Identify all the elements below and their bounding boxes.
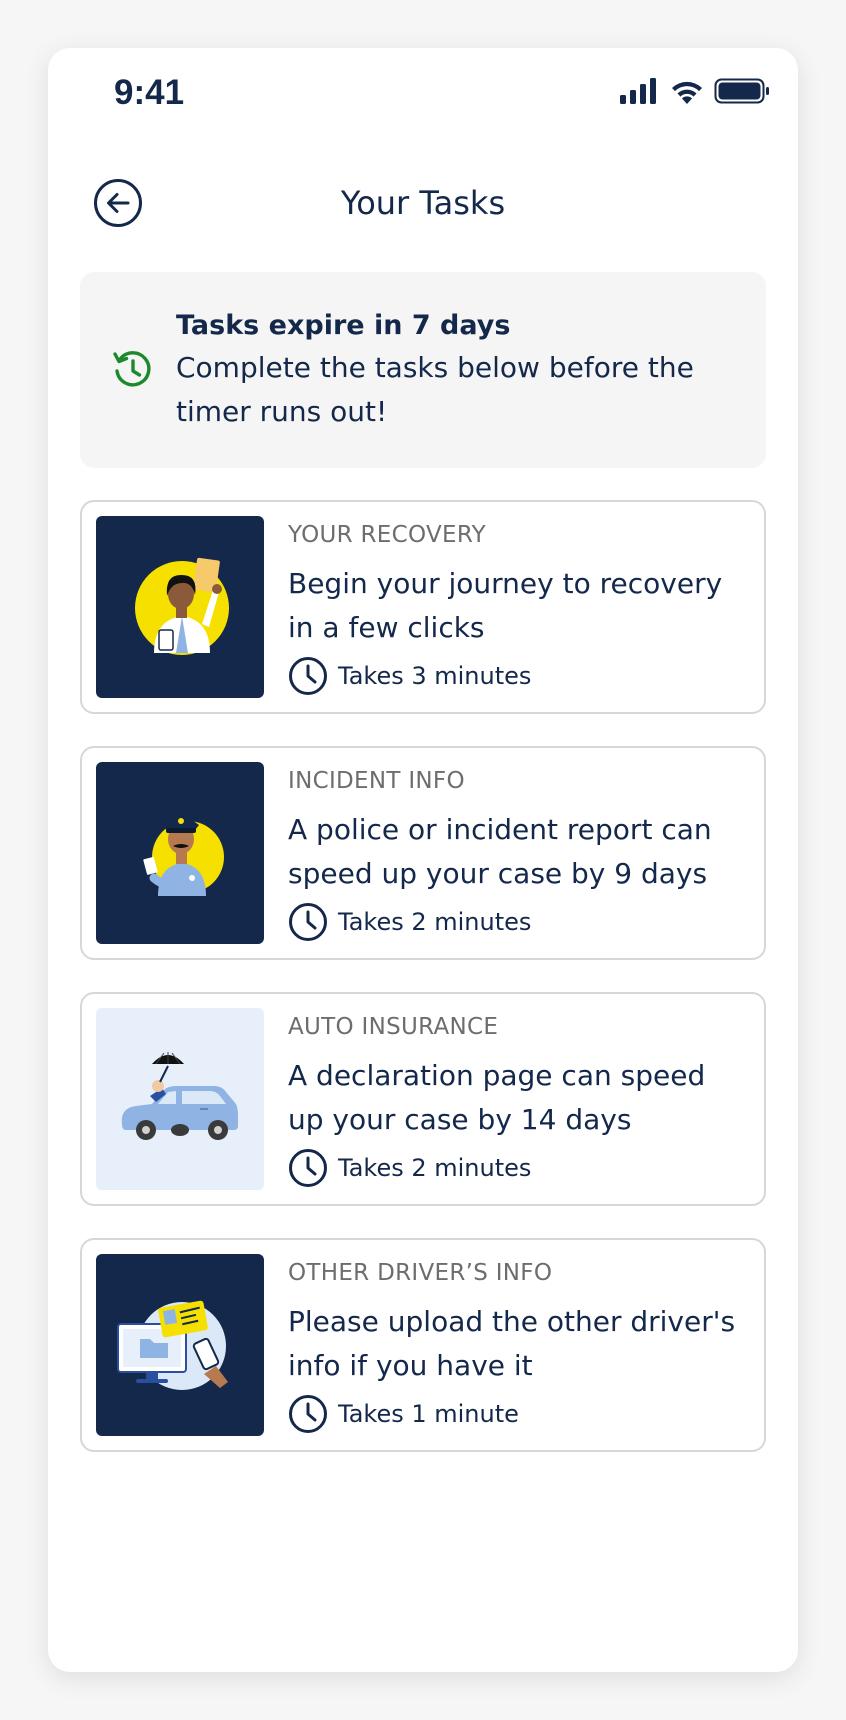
doctor-illustration <box>135 557 229 655</box>
back-button[interactable] <box>93 178 143 228</box>
signal-icon <box>620 78 656 104</box>
task-list: YOUR RECOVERY Begin your journey to reco… <box>80 500 766 1484</box>
clock-icon <box>289 657 327 695</box>
status-bar: 9:41 <box>48 48 798 144</box>
task-title: Please upload the other driver's info if… <box>288 1305 736 1382</box>
task-card-incident-info[interactable]: INCIDENT INFO A police or incident repor… <box>80 746 766 960</box>
task-card-auto-insurance[interactable]: AUTO INSURANCE A declaration page can sp… <box>80 992 766 1206</box>
clock-icon <box>289 1395 327 1433</box>
driver-license-upload-illustration <box>117 1300 228 1390</box>
banner-title: Tasks expire in 7 days <box>176 310 511 341</box>
task-title: Begin your journey to recovery in a few … <box>288 567 723 644</box>
wifi-icon <box>672 81 702 104</box>
duration-text: Takes 3 minutes <box>338 662 532 690</box>
task-thumbnail <box>96 762 264 944</box>
task-card-your-recovery[interactable]: YOUR RECOVERY Begin your journey to reco… <box>80 500 766 714</box>
task-category: INCIDENT INFO <box>288 768 465 794</box>
page-title: Your Tasks <box>340 184 506 222</box>
duration-text: Takes 1 minute <box>338 1400 519 1428</box>
timer-history-icon <box>113 351 151 387</box>
task-thumbnail <box>96 516 264 698</box>
phone-screen: 9:41 Your Tasks Tasks expire in 7 days C… <box>48 48 798 1672</box>
task-title: A police or incident report can speed up… <box>288 813 712 890</box>
battery-icon <box>714 78 769 104</box>
police-officer-illustration <box>143 817 224 896</box>
task-duration: Takes 2 minutes <box>288 902 531 942</box>
task-title: A declaration page can speed up your cas… <box>288 1059 706 1136</box>
expiry-banner: Tasks expire in 7 days Complete the task… <box>80 272 766 468</box>
task-duration: Takes 1 minute <box>288 1394 519 1434</box>
task-thumbnail <box>96 1254 264 1436</box>
clock-icon <box>289 903 327 941</box>
task-category: YOUR RECOVERY <box>288 522 487 548</box>
task-thumbnail <box>96 1008 264 1190</box>
status-time: 9:41 <box>114 73 185 112</box>
nav-header: Your Tasks <box>48 158 798 248</box>
task-card-other-drivers-info[interactable]: OTHER DRIVER’S INFO Please upload the ot… <box>80 1238 766 1452</box>
status-icons <box>620 78 770 108</box>
clock-icon <box>289 1149 327 1187</box>
back-arrow-icon <box>94 179 142 227</box>
car-umbrella-illustration <box>121 1052 238 1140</box>
task-category: AUTO INSURANCE <box>288 1014 499 1040</box>
banner-body: Complete the tasks below before the time… <box>176 351 694 428</box>
duration-text: Takes 2 minutes <box>338 908 532 936</box>
task-duration: Takes 3 minutes <box>288 656 531 696</box>
task-category: OTHER DRIVER’S INFO <box>288 1260 553 1286</box>
duration-text: Takes 2 minutes <box>338 1154 532 1182</box>
task-duration: Takes 2 minutes <box>288 1148 531 1188</box>
